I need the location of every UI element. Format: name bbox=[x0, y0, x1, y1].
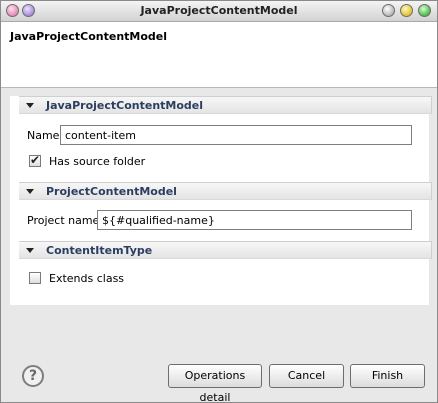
title-bar[interactable]: JavaProjectContentModel bbox=[1, 1, 437, 22]
check-icon: ✔ bbox=[30, 153, 41, 167]
cancel-button[interactable]: Cancel bbox=[269, 364, 344, 388]
help-icon[interactable]: ? bbox=[22, 365, 44, 387]
extends-class-label: Extends class bbox=[49, 272, 125, 285]
wizard-header: JavaProjectContentModel bbox=[1, 22, 437, 88]
section-projectcontentmodel[interactable]: ProjectContentModel bbox=[19, 182, 432, 200]
dialog-window: JavaProjectContentModel JavaProjectConte… bbox=[0, 0, 438, 403]
page-title: JavaProjectContentModel bbox=[10, 30, 168, 43]
section-title: ProjectContentModel bbox=[46, 185, 177, 198]
window-title: JavaProjectContentModel bbox=[140, 4, 298, 17]
project-name-label: Project name bbox=[27, 214, 100, 227]
section-javaprojectcontentmodel[interactable]: JavaProjectContentModel bbox=[19, 96, 432, 114]
has-source-folder-label: Has source folder bbox=[49, 155, 146, 168]
finish-button[interactable]: Finish bbox=[350, 364, 425, 388]
operations-detail-label: Operations detail bbox=[184, 369, 246, 403]
section-contentitemtype[interactable]: ContentItemType bbox=[19, 241, 432, 259]
has-source-folder-checkbox[interactable]: ✔ bbox=[29, 153, 41, 167]
collapse-triangle-icon[interactable] bbox=[26, 189, 34, 194]
menu-window-icon[interactable] bbox=[382, 4, 395, 17]
project-name-field[interactable] bbox=[97, 210, 412, 230]
finish-label: Finish bbox=[371, 369, 404, 382]
minimize-window-icon[interactable] bbox=[400, 4, 413, 17]
collapse-triangle-icon[interactable] bbox=[26, 103, 34, 108]
extends-class-checkbox[interactable] bbox=[29, 272, 41, 284]
maximize-window-icon[interactable] bbox=[418, 4, 431, 17]
name-field[interactable] bbox=[60, 125, 412, 145]
operations-detail-button[interactable]: Operations detail bbox=[168, 364, 262, 403]
name-label: Name bbox=[27, 129, 60, 142]
form-content: JavaProjectContentModel Name ✔ Has sourc… bbox=[10, 96, 432, 305]
section-title: ContentItemType bbox=[46, 244, 153, 257]
section-title: JavaProjectContentModel bbox=[46, 99, 204, 112]
collapse-triangle-icon[interactable] bbox=[26, 248, 34, 253]
cancel-label: Cancel bbox=[287, 369, 326, 382]
